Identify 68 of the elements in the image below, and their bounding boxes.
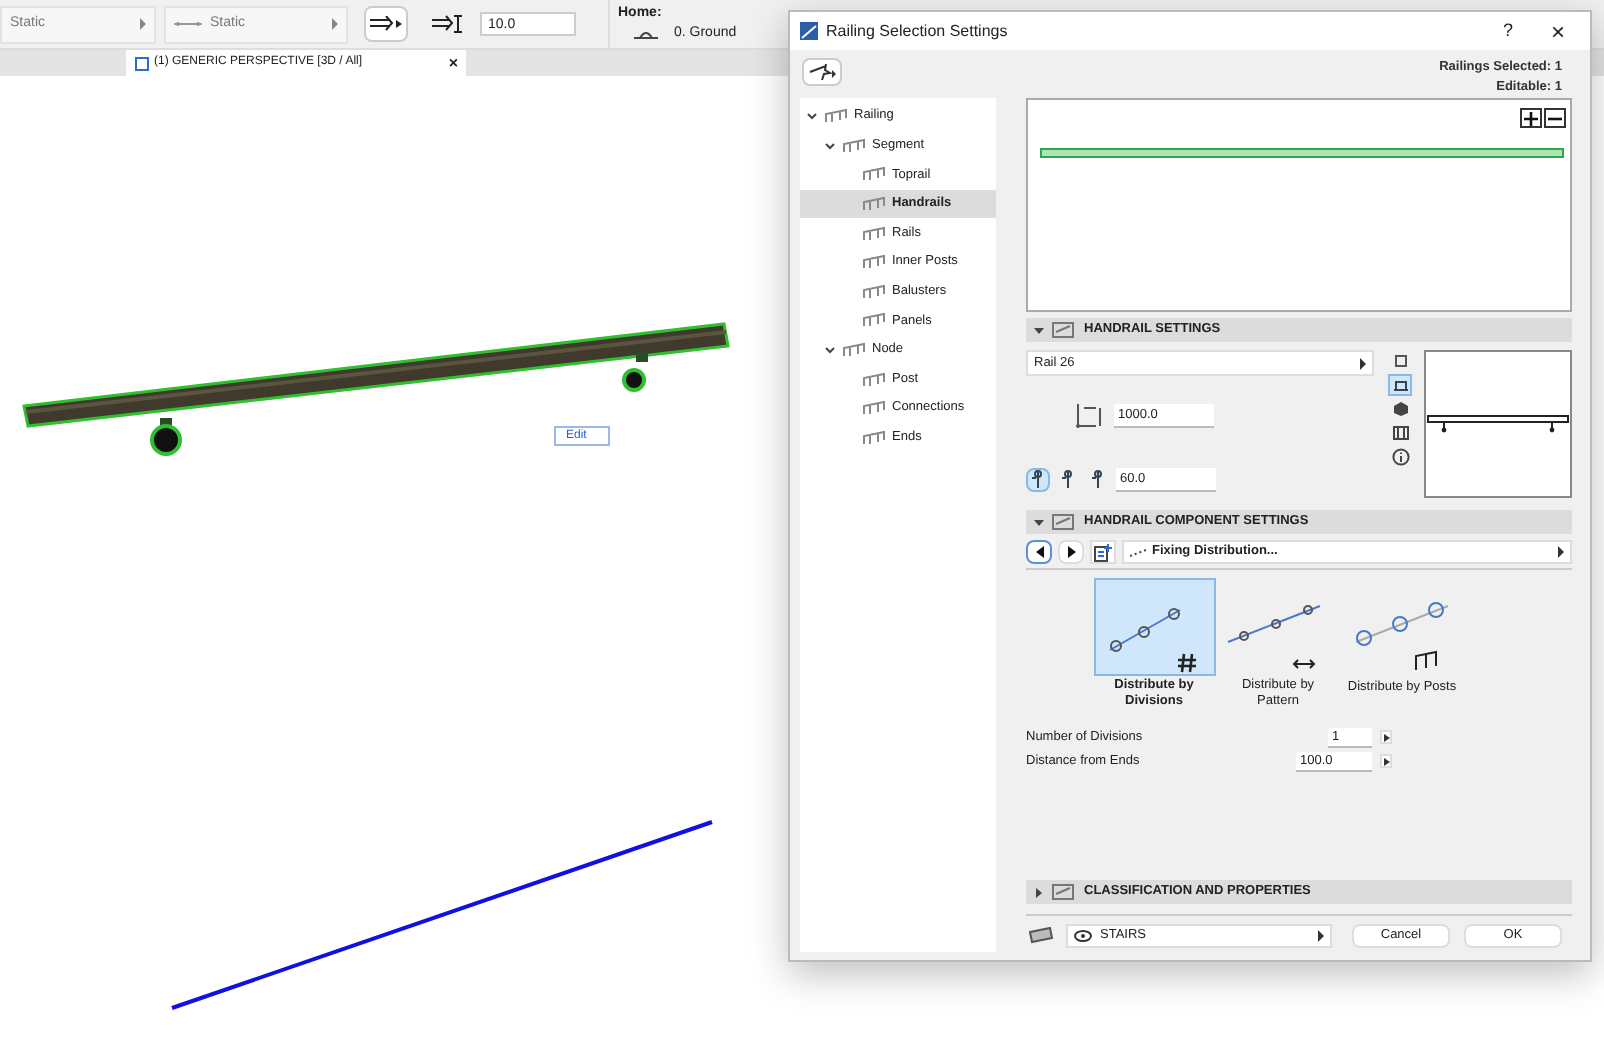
view-mode-button[interactable] (1388, 422, 1412, 444)
triangle-down-icon (1034, 325, 1044, 335)
component-list-button[interactable] (1090, 540, 1116, 564)
railing-icon (862, 283, 886, 300)
app-icon (800, 22, 818, 40)
chevron-down-icon (824, 344, 836, 357)
component-icon (1052, 514, 1076, 530)
elevation-icon (1391, 376, 1409, 394)
stepper-button[interactable] (1380, 754, 1392, 768)
triangle-down-icon (1034, 517, 1044, 527)
caret-icon (1358, 357, 1366, 369)
caret-icon (1383, 757, 1389, 765)
close-button[interactable]: × (1536, 13, 1580, 49)
triangle-right-icon (1034, 887, 1044, 897)
square-icon (1391, 352, 1409, 370)
zoom-in-button[interactable] (1520, 108, 1542, 128)
chevron-down-icon (824, 139, 836, 152)
eye-icon (1074, 929, 1092, 941)
previous-button[interactable] (1026, 540, 1052, 564)
view-mode-button[interactable] (1388, 398, 1412, 420)
railing-icon (862, 166, 886, 183)
help-button[interactable]: ? (1488, 17, 1528, 45)
stepper-button[interactable] (1380, 730, 1392, 744)
railing-icon (862, 400, 886, 417)
close-icon[interactable]: × (448, 51, 458, 75)
handrail-section-drawing (1426, 414, 1570, 434)
caret-icon (1383, 733, 1389, 741)
offset-mode-button[interactable] (1026, 468, 1050, 492)
railing-icon (824, 108, 848, 125)
railing-icon (862, 429, 886, 446)
distribution-option[interactable] (1093, 578, 1215, 676)
favorites-button[interactable] (802, 58, 842, 86)
view-mode-button[interactable] (1388, 374, 1412, 396)
railing-icon (842, 342, 866, 359)
post-offset-icon (1060, 470, 1076, 490)
zoom-out-button[interactable] (1544, 108, 1566, 128)
railing-icon (862, 371, 886, 388)
post-offset-icon (1030, 470, 1046, 490)
railing-icon (862, 254, 886, 271)
chevron-down-icon (806, 110, 818, 123)
caret-icon (1556, 546, 1564, 558)
view-mode-button[interactable] (1388, 446, 1412, 468)
offset-icon (432, 14, 464, 34)
railing-icon (862, 225, 886, 242)
next-button[interactable] (1058, 540, 1084, 564)
height-icon (1076, 402, 1104, 430)
railing-icon (842, 137, 866, 154)
triangle-right-icon (1067, 546, 1075, 558)
layer-icon (1026, 926, 1054, 944)
dialog-title: Railing Selection Settings (826, 19, 1010, 43)
triangle-left-icon (1035, 546, 1043, 558)
plus-icon (1524, 111, 1538, 125)
list-icon (1094, 543, 1112, 561)
caret-icon (1316, 929, 1324, 941)
classification-icon (1052, 884, 1076, 900)
arrow-button[interactable] (364, 6, 408, 42)
story-icon (634, 28, 658, 41)
info-icon (1391, 448, 1409, 466)
caret-icon (138, 18, 146, 30)
handrail-icon (1052, 322, 1076, 338)
line-icon (174, 18, 202, 30)
frame-icon (1391, 424, 1409, 442)
railing-icon (862, 312, 886, 329)
dots-icon (1130, 547, 1146, 557)
railing-icon (862, 196, 886, 213)
caret-icon (330, 18, 338, 30)
post-offset-icon (1090, 470, 1106, 490)
arrow-icon (370, 16, 402, 32)
